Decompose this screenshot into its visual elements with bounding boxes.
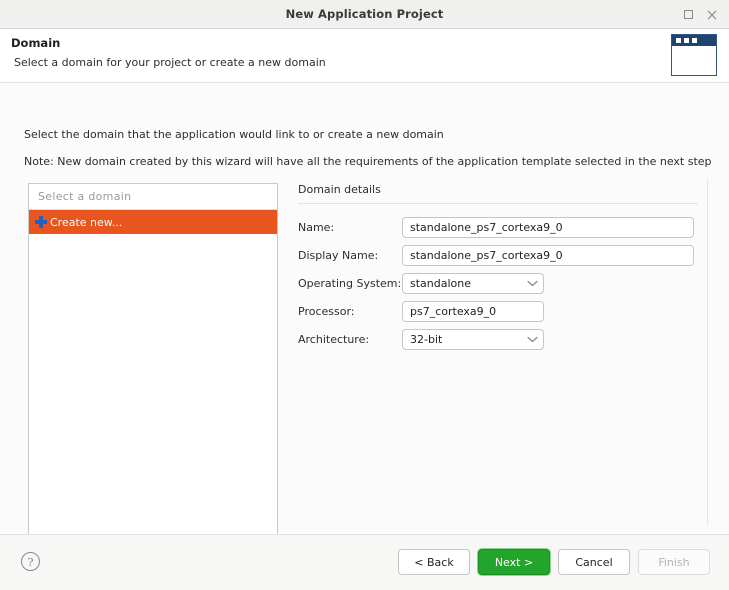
domain-details-panel: Domain details Name: standalone_ps7_cort… — [298, 183, 698, 357]
close-icon[interactable] — [701, 5, 723, 25]
dialog-footer: ? < Back Next > Cancel Finish — [0, 534, 729, 590]
processor-input[interactable]: ps7_cortexa9_0 — [402, 301, 544, 322]
window-controls — [677, 0, 723, 29]
list-item-label: Create new... — [50, 215, 123, 229]
instruction-line-2: Note: New domain created by this wizard … — [24, 155, 712, 168]
panel-divider — [707, 179, 708, 525]
wizard-icon-dot — [684, 38, 689, 43]
back-button[interactable]: < Back — [398, 549, 470, 575]
label-name: Name: — [298, 221, 335, 234]
label-architecture: Architecture: — [298, 333, 370, 346]
chevron-down-icon — [527, 333, 538, 346]
page-subtitle: Select a domain for your project or crea… — [14, 56, 326, 69]
architecture-value: 32-bit — [410, 333, 443, 346]
display-name-input[interactable]: standalone_ps7_cortexa9_0 — [402, 245, 694, 266]
maximize-icon[interactable] — [677, 5, 699, 25]
name-input[interactable]: standalone_ps7_cortexa9_0 — [402, 217, 694, 238]
instruction-line-1: Select the domain that the application w… — [24, 128, 444, 141]
finish-button: Finish — [638, 549, 710, 575]
name-input-value: standalone_ps7_cortexa9_0 — [410, 221, 563, 234]
next-button[interactable]: Next > — [478, 549, 550, 575]
list-item-create-new[interactable]: Create new... — [29, 210, 277, 234]
help-glyph: ? — [27, 554, 34, 569]
form-row-display-name: Display Name: standalone_ps7_cortexa9_0 — [298, 245, 698, 266]
wizard-icon-titlebar — [672, 35, 716, 46]
form-row-processor: Processor: ps7_cortexa9_0 — [298, 301, 698, 322]
label-operating-system: Operating System: — [298, 277, 402, 290]
titlebar: New Application Project — [0, 0, 729, 29]
operating-system-select[interactable]: standalone — [402, 273, 544, 294]
form-row-operating-system: Operating System: standalone — [298, 273, 698, 294]
cancel-button[interactable]: Cancel — [558, 549, 630, 575]
chevron-down-icon — [527, 277, 538, 290]
domain-list-header: Select a domain — [29, 184, 277, 210]
operating-system-value: standalone — [410, 277, 472, 290]
wizard-icon-dot — [676, 38, 681, 43]
new-application-project-dialog: New Application Project Domain Select a … — [0, 0, 729, 590]
wizard-header: Domain Select a domain for your project … — [0, 29, 729, 83]
processor-input-value: ps7_cortexa9_0 — [410, 305, 497, 318]
domain-details-title: Domain details — [298, 183, 698, 204]
architecture-select[interactable]: 32-bit — [402, 329, 544, 350]
dialog-body: Select the domain that the application w… — [0, 83, 729, 534]
plus-icon — [35, 216, 47, 228]
page-title: Domain — [11, 36, 61, 50]
domain-list-panel: Select a domain Create new... — [28, 183, 278, 534]
label-display-name: Display Name: — [298, 249, 379, 262]
help-icon[interactable]: ? — [21, 552, 40, 571]
footer-button-row: < Back Next > Cancel Finish — [398, 549, 710, 575]
wizard-window-icon — [671, 34, 717, 76]
form-row-architecture: Architecture: 32-bit — [298, 329, 698, 350]
form-row-name: Name: standalone_ps7_cortexa9_0 — [298, 217, 698, 238]
wizard-icon-dot — [692, 38, 697, 43]
window-title: New Application Project — [285, 7, 444, 21]
display-name-input-value: standalone_ps7_cortexa9_0 — [410, 249, 563, 262]
label-processor: Processor: — [298, 305, 355, 318]
